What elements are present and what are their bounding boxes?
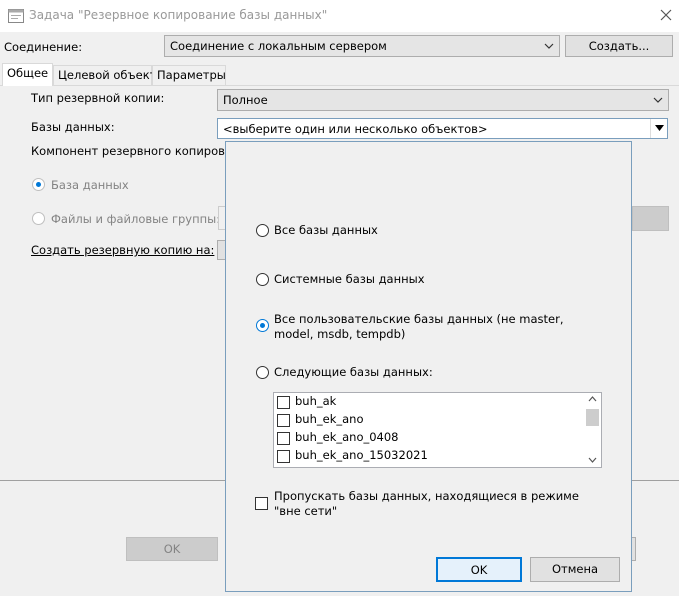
skip-offline-checkbox[interactable] — [255, 497, 268, 510]
chevron-down-icon — [544, 43, 554, 49]
chevron-up-icon[interactable] — [588, 396, 597, 402]
list-item[interactable]: buh_ek_ano — [277, 411, 582, 429]
database-checkbox[interactable] — [277, 450, 290, 463]
tab-destination[interactable]: Целевой объект — [53, 65, 156, 85]
option-system-databases-label: Системные базы данных — [274, 272, 425, 286]
connection-value: Соединение с локальным сервером — [170, 39, 387, 53]
database-name: buh_ak — [295, 394, 337, 408]
radio-database[interactable] — [32, 178, 45, 191]
list-scrollbar[interactable] — [584, 393, 601, 467]
tab-general[interactable]: Общее — [2, 63, 53, 86]
list-item[interactable]: buh_ak — [277, 393, 582, 411]
backup-type-value: Полное — [223, 93, 268, 107]
tab-divider — [0, 85, 679, 86]
skip-offline-label: Пропускать базы данных, находящиеся в ре… — [274, 489, 579, 518]
option-system-databases[interactable] — [256, 273, 269, 286]
connection-label: Соединение: — [4, 40, 83, 54]
radio-files-label: Файлы и файловые группы: — [51, 212, 221, 226]
option-all-databases-label: Все базы данных — [274, 223, 378, 237]
option-specific-databases-label: Следующие базы данных: — [274, 365, 433, 379]
option-all-databases[interactable] — [256, 224, 269, 237]
chevron-down-icon — [653, 97, 663, 103]
database-name: buh_ek_ano_0408 — [295, 430, 399, 444]
tab-options[interactable]: Параметры — [152, 65, 226, 85]
files-browse-button[interactable] — [632, 206, 669, 231]
databases-popup: Все базы данных Системные базы данных Вс… — [225, 141, 632, 592]
backup-type-label: Тип резервной копии: — [31, 91, 165, 105]
footer-button-edge — [632, 537, 636, 561]
ok-button[interactable]: OK — [126, 537, 218, 561]
app-icon — [8, 9, 24, 23]
databases-dropdown-button[interactable] — [650, 119, 667, 138]
window-title: Задача "Резервное копирование базы данны… — [29, 8, 328, 22]
radio-database-label: База данных — [51, 178, 129, 192]
databases-value: <выберите один или несколько объектов> — [223, 122, 488, 136]
database-name: buh_ek_ano_15032021 — [295, 448, 428, 462]
option-specific-databases[interactable] — [256, 366, 269, 379]
dropdown-arrow-icon — [655, 125, 664, 131]
database-checkbox[interactable] — [277, 414, 290, 427]
list-item[interactable]: buh_ek_ano_15032021 — [277, 447, 582, 465]
popup-ok-button[interactable]: OK — [436, 557, 522, 582]
option-user-databases[interactable] — [256, 319, 269, 332]
databases-label: Базы данных: — [31, 120, 115, 134]
scroll-thumb[interactable] — [586, 409, 599, 426]
database-checkbox[interactable] — [277, 432, 290, 445]
database-list[interactable]: buh_ak buh_ek_ano buh_ek_ano_0408 buh_ek… — [273, 392, 602, 468]
option-user-databases-label: Все пользовательские базы данных (не mas… — [274, 312, 564, 341]
backup-type-select[interactable]: Полное — [217, 89, 669, 111]
connection-select[interactable]: Соединение с локальным сервером — [164, 35, 560, 57]
radio-files[interactable] — [32, 212, 45, 225]
popup-cancel-button[interactable]: Отмена — [530, 557, 620, 582]
list-item[interactable]: buh_ek_ano_0408 — [277, 429, 582, 447]
create-connection-button[interactable]: Создать... — [565, 35, 673, 57]
databases-select[interactable]: <выберите один или несколько объектов> — [217, 118, 668, 139]
close-icon[interactable] — [654, 4, 678, 26]
database-checkbox[interactable] — [277, 396, 290, 409]
chevron-down-icon[interactable] — [588, 457, 597, 463]
backup-to-label: Создать резервную копию на: — [31, 243, 215, 257]
component-label: Компонент резервного копировани — [31, 144, 247, 158]
database-name: buh_ek_ano — [295, 412, 364, 426]
title-bar: Задача "Резервное копирование базы данны… — [0, 0, 679, 32]
